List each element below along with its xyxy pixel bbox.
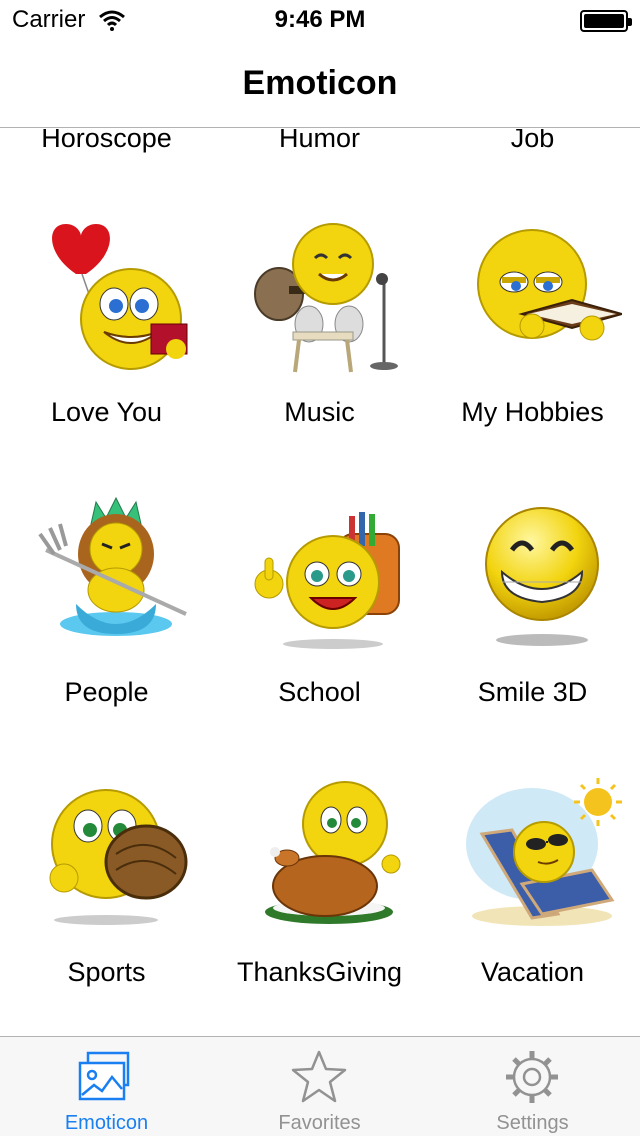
category-sports[interactable]: Sports	[0, 704, 213, 987]
category-people[interactable]: People	[0, 424, 213, 707]
tab-label: Emoticon	[64, 1112, 149, 1134]
tab-emoticon[interactable]: Emoticon	[0, 1037, 213, 1136]
category-vacation[interactable]: Vacation	[426, 704, 639, 987]
tab-bar: Emoticon Favorites Settings	[0, 1036, 640, 1136]
heart-balloon-smiley-icon	[52, 224, 188, 370]
photos-icon	[78, 1051, 130, 1101]
star-icon	[291, 1050, 347, 1103]
category-thanksgiving[interactable]: ThanksGiving	[213, 704, 426, 987]
category-school[interactable]: School	[213, 424, 426, 707]
reading-smiley-icon	[477, 229, 622, 341]
neptune-smiley-icon	[38, 496, 187, 636]
battery-icon	[580, 10, 632, 32]
gear-icon	[506, 1051, 558, 1103]
category-music[interactable]: Music	[213, 144, 426, 427]
navigation-bar: Emoticon	[0, 40, 640, 128]
category-label: Sports	[67, 957, 146, 987]
category-label: Vacation	[480, 957, 585, 987]
category-my-hobbies[interactable]: My Hobbies	[426, 144, 639, 427]
guitar-smiley-icon	[254, 223, 398, 373]
page-title: Emoticon	[242, 64, 398, 102]
tab-label: Favorites	[278, 1112, 361, 1134]
category-grid[interactable]: Horoscope Humor Job Love You Music My Ho…	[0, 129, 640, 1036]
tab-settings[interactable]: Settings	[426, 1037, 639, 1136]
status-time: 9:46 PM	[274, 6, 366, 33]
beach-chair-smiley-icon	[466, 778, 622, 926]
tab-favorites[interactable]: Favorites	[213, 1037, 426, 1136]
tab-label: Settings	[496, 1112, 569, 1134]
category-smile-3d[interactable]: Smile 3D	[426, 424, 639, 707]
status-bar: Carrier 9:46 PM	[0, 0, 640, 40]
backpack-smiley-icon	[254, 512, 400, 649]
baseball-glove-smiley-icon	[49, 789, 188, 925]
turkey-smiley-icon	[265, 781, 401, 924]
battery-fill	[584, 14, 624, 28]
category-love-you[interactable]: Love You	[0, 144, 213, 427]
grin-smiley-icon	[485, 507, 599, 646]
category-label: ThanksGiving	[236, 957, 403, 987]
